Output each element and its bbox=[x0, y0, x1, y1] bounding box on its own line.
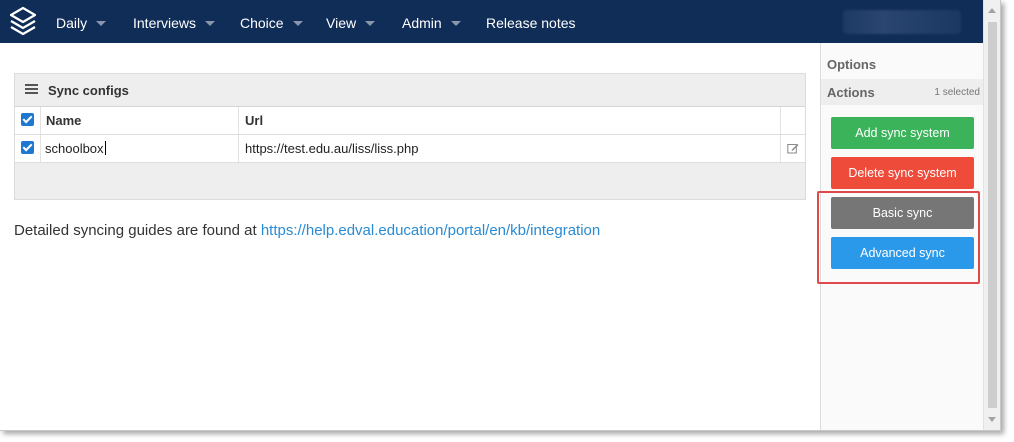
row-checkbox[interactable] bbox=[21, 141, 34, 154]
nav-daily[interactable]: Daily bbox=[56, 0, 107, 43]
scrollbar-thumb[interactable] bbox=[988, 22, 997, 408]
row-actions-cell bbox=[781, 135, 805, 162]
row-name-text: schoolbox bbox=[45, 141, 104, 156]
app-window: Daily Interviews Choice View Admin Relea… bbox=[0, 0, 1001, 431]
list-icon bbox=[25, 84, 38, 96]
add-sync-system-button[interactable]: Add sync system bbox=[831, 117, 974, 149]
options-heading: Options bbox=[827, 57, 877, 72]
nav-interviews[interactable]: Interviews bbox=[133, 0, 216, 43]
scroll-up-arrow-icon[interactable] bbox=[988, 8, 996, 13]
nav-release-notes[interactable]: Release notes bbox=[486, 0, 576, 43]
row-select-cell bbox=[15, 135, 41, 162]
scroll-down-arrow-icon[interactable] bbox=[988, 417, 996, 422]
nav-view[interactable]: View bbox=[326, 0, 376, 43]
user-menu-blurred[interactable] bbox=[843, 10, 961, 34]
delete-sync-system-button[interactable]: Delete sync system bbox=[831, 157, 974, 189]
table-row[interactable]: schoolbox https://test.edu.au/liss/liss.… bbox=[15, 135, 805, 163]
chevron-down-icon bbox=[450, 21, 461, 26]
panel-title: Sync configs bbox=[48, 83, 129, 98]
column-header-name[interactable]: Name bbox=[41, 107, 239, 134]
actions-heading: Actions bbox=[827, 85, 875, 100]
chevron-down-icon bbox=[292, 21, 303, 26]
text-cursor bbox=[104, 141, 106, 155]
panel-header: Sync configs bbox=[15, 74, 805, 107]
top-navbar: Daily Interviews Choice View Admin Relea… bbox=[0, 0, 983, 43]
nav-choice-label: Choice bbox=[240, 15, 284, 31]
select-all-cell bbox=[15, 107, 41, 134]
guide-link[interactable]: https://help.edval.education/portal/en/k… bbox=[261, 222, 600, 239]
nav-daily-label: Daily bbox=[56, 15, 88, 31]
nav-interviews-label: Interviews bbox=[133, 15, 197, 31]
edit-icon[interactable] bbox=[787, 142, 799, 154]
selected-count: 1 selected bbox=[934, 87, 980, 98]
table-header-row: Name Url bbox=[15, 107, 805, 135]
nav-admin-label: Admin bbox=[402, 15, 442, 31]
sync-buttons-highlight-box bbox=[817, 191, 980, 284]
guide-prefix: Detailed syncing guides are found at bbox=[14, 222, 261, 239]
layers-logo-icon[interactable] bbox=[8, 6, 38, 38]
select-all-checkbox[interactable] bbox=[21, 113, 34, 126]
column-header-url[interactable]: Url bbox=[239, 107, 781, 134]
actions-bar: Actions 1 selected bbox=[821, 79, 984, 105]
syncing-guide-text: Detailed syncing guides are found at htt… bbox=[14, 222, 600, 239]
chevron-down-icon bbox=[96, 21, 107, 26]
chevron-down-icon bbox=[205, 21, 216, 26]
column-header-actions bbox=[781, 107, 805, 134]
nav-choice[interactable]: Choice bbox=[240, 0, 303, 43]
nav-view-label: View bbox=[326, 15, 357, 31]
sync-configs-panel: Sync configs Name Url schoolbox https://… bbox=[14, 73, 806, 200]
chevron-down-icon bbox=[365, 21, 376, 26]
nav-release-notes-label: Release notes bbox=[486, 15, 576, 31]
row-url-cell[interactable]: https://test.edu.au/liss/liss.php bbox=[239, 135, 781, 162]
nav-admin[interactable]: Admin bbox=[402, 0, 461, 43]
vertical-scrollbar[interactable] bbox=[983, 0, 1000, 430]
row-name-cell[interactable]: schoolbox bbox=[41, 135, 239, 162]
